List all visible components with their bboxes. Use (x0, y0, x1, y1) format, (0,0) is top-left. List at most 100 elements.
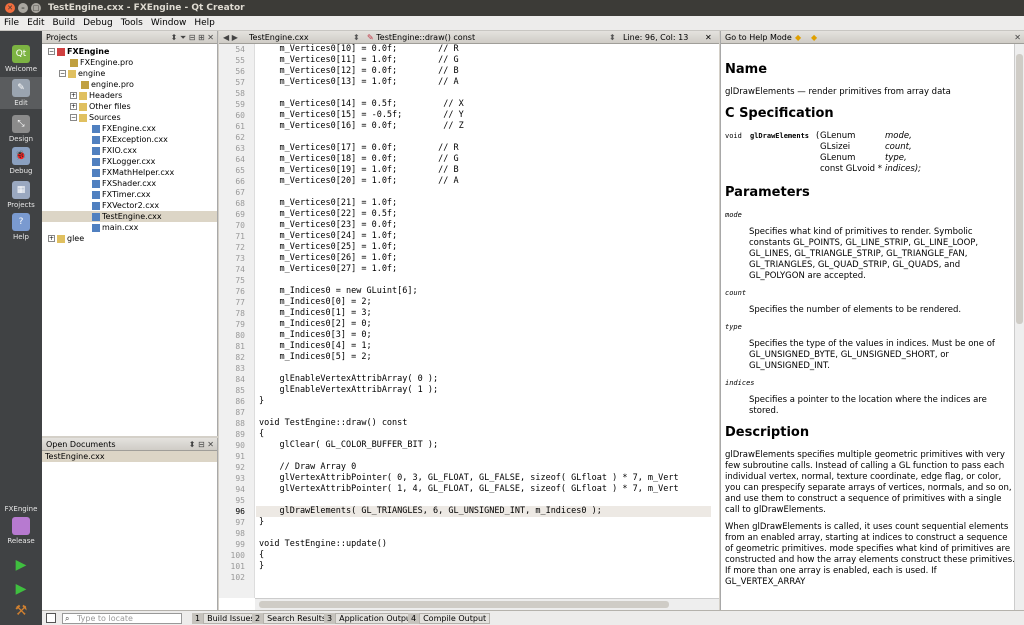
help-back-icon[interactable]: ◆ (795, 31, 801, 44)
line-number: 96 (235, 507, 245, 516)
expand-icon[interactable]: + (48, 235, 55, 242)
line-number: 89 (235, 430, 245, 439)
help-forward-icon[interactable]: ◆ (811, 31, 817, 44)
file-icon (70, 58, 78, 67)
tree-item-label: FXIO.cxx (102, 146, 137, 155)
horizontal-scrollbar[interactable] (255, 598, 719, 610)
pencil-icon: ✎ (367, 33, 374, 42)
help-vertical-scrollbar[interactable] (1014, 44, 1024, 610)
tree-item-label: FXException.cxx (102, 135, 168, 144)
mode-debug[interactable]: 🐞 Debug (0, 147, 42, 175)
tree-item-fxengine[interactable]: − FXEngine (42, 46, 217, 57)
code-line: m_Indices0[3] = 0; (259, 330, 372, 340)
code-line: m_Vertices0[15] = -0.5f; // Y (259, 110, 464, 120)
menu-window[interactable]: Window (147, 16, 191, 31)
toggle-sidebar-icon[interactable] (46, 613, 56, 623)
minimize-window-icon[interactable]: – (18, 3, 28, 13)
output-pane-compile-output[interactable]: 4 Compile Output (408, 613, 491, 624)
help-scroll-thumb[interactable] (1016, 54, 1023, 324)
maximize-window-icon[interactable]: □ (31, 3, 41, 13)
output-pane-number: 1 (192, 613, 204, 624)
close-help-icon[interactable]: ✕ (1014, 31, 1021, 44)
tree-item-fxmathhelper-cxx[interactable]: FXMathHelper.cxx (42, 167, 217, 178)
mode-help[interactable]: ? Help (0, 213, 42, 241)
debug-run-icon[interactable]: ▶ (0, 581, 42, 597)
mode-edit[interactable]: ✎ Edit (0, 77, 42, 109)
tree-item-testengine-cxx[interactable]: TestEngine.cxx (42, 211, 217, 222)
locator-input[interactable]: ⌕ Type to locate (62, 613, 182, 624)
build-icon[interactable]: ⚒ (0, 603, 42, 619)
open-documents-tools[interactable]: ⬍ ⊟ ✕ (189, 438, 214, 451)
tree-item-fxexception-cxx[interactable]: FXException.cxx (42, 134, 217, 145)
tree-item-fxengine-cxx[interactable]: FXEngine.cxx (42, 123, 217, 134)
tree-item-label: Headers (89, 91, 123, 100)
output-pane-application-output[interactable]: 3 Application Output (324, 613, 419, 624)
param-mode: mode (725, 211, 742, 219)
menu-bar: File Edit Build Debug Tools Window Help (0, 16, 1024, 31)
line-number: 63 (235, 144, 245, 153)
tree-item-main-cxx[interactable]: main.cxx (42, 222, 217, 233)
code-line: } (259, 396, 265, 406)
cpp-icon (92, 146, 100, 155)
line-number: 67 (235, 188, 245, 197)
tree-item-other-files[interactable]: + Other files (42, 101, 217, 112)
line-number: 86 (235, 397, 245, 406)
tree-item-sources[interactable]: − Sources (42, 112, 217, 123)
collapse-icon[interactable]: − (70, 114, 77, 121)
tree-item-fxvector2-cxx[interactable]: FXVector2.cxx (42, 200, 217, 211)
output-pane-search-results[interactable]: 2 Search Results (252, 613, 331, 624)
help-pane-header: Go to Help Mode ◆ ◆ ✕ (721, 31, 1024, 44)
open-documents-title: Open Documents (46, 440, 116, 449)
projects-pane-tools[interactable]: ⬍ ⏷ ⊟ ⊞ ✕ (171, 31, 214, 44)
menu-build[interactable]: Build (49, 16, 80, 31)
mode-projects[interactable]: ▦ Projects (0, 181, 42, 209)
menu-file[interactable]: File (0, 16, 23, 31)
line-number: 84 (235, 375, 245, 384)
tree-item-fxshader-cxx[interactable]: FXShader.cxx (42, 178, 217, 189)
open-document-item[interactable]: TestEngine.cxx (42, 451, 217, 462)
output-pane-build-issues[interactable]: 1 Build Issues (192, 613, 259, 624)
document-dropdown-icon[interactable]: ⬍ (353, 31, 360, 44)
line-number: 87 (235, 408, 245, 417)
expand-icon[interactable]: + (70, 92, 77, 99)
line-number: 77 (235, 298, 245, 307)
tree-item-fxlogger-cxx[interactable]: FXLogger.cxx (42, 156, 217, 167)
collapse-icon[interactable]: − (59, 70, 66, 77)
collapse-icon[interactable]: − (48, 48, 55, 55)
tree-item-engine-pro[interactable]: engine.pro (42, 79, 217, 90)
tree-item-engine[interactable]: − engine (42, 68, 217, 79)
mode-design[interactable]: ⤡ Design (0, 115, 42, 143)
line-number: 94 (235, 485, 245, 494)
open-documents-list: TestEngine.cxx (42, 451, 217, 462)
cpp-icon (92, 179, 100, 188)
code-editor[interactable]: ◀ ▶ TestEngine.cxx ⬍ ✎ TestEngine::draw(… (219, 31, 719, 610)
mode-edit-icon: ✎ (12, 79, 30, 97)
close-window-icon[interactable]: ✕ (5, 3, 15, 13)
code-line: m_Indices0[0] = 2; (259, 297, 372, 307)
nav-back-forward-icon[interactable]: ◀ ▶ (223, 31, 238, 44)
cpp-icon (92, 212, 100, 221)
go-to-help-mode-label[interactable]: Go to Help Mode (725, 33, 792, 42)
mode-welcome[interactable]: Qt Welcome (0, 45, 42, 73)
symbol-dropdown-icon[interactable]: ⬍ (609, 31, 616, 44)
tree-item-headers[interactable]: + Headers (42, 90, 217, 101)
symbol-selector[interactable]: ✎ TestEngine::draw() const (367, 31, 475, 44)
close-editor-icon[interactable]: ✕ (705, 31, 712, 44)
menu-edit[interactable]: Edit (23, 16, 48, 31)
tree-item-glee[interactable]: + glee (42, 233, 217, 244)
menu-tools[interactable]: Tools (117, 16, 147, 31)
expand-icon[interactable]: + (70, 103, 77, 110)
run-icon[interactable]: ▶ (0, 557, 42, 573)
line-number: 93 (235, 474, 245, 483)
document-selector[interactable]: TestEngine.cxx (249, 31, 309, 44)
target-selector[interactable]: FXEngine Release (0, 505, 42, 545)
horizontal-scroll-thumb[interactable] (259, 601, 669, 608)
arg-name: type, (885, 153, 907, 163)
projects-pane: Projects ⬍ ⏷ ⊟ ⊞ ✕ − FXEngine FXEngine.pro… (42, 31, 218, 436)
menu-debug[interactable]: Debug (79, 16, 117, 31)
cpp-icon (92, 124, 100, 133)
menu-help[interactable]: Help (190, 16, 219, 31)
tree-item-fxtimer-cxx[interactable]: FXTimer.cxx (42, 189, 217, 200)
tree-item-fxio-cxx[interactable]: FXIO.cxx (42, 145, 217, 156)
tree-item-fxengine-pro[interactable]: FXEngine.pro (42, 57, 217, 68)
